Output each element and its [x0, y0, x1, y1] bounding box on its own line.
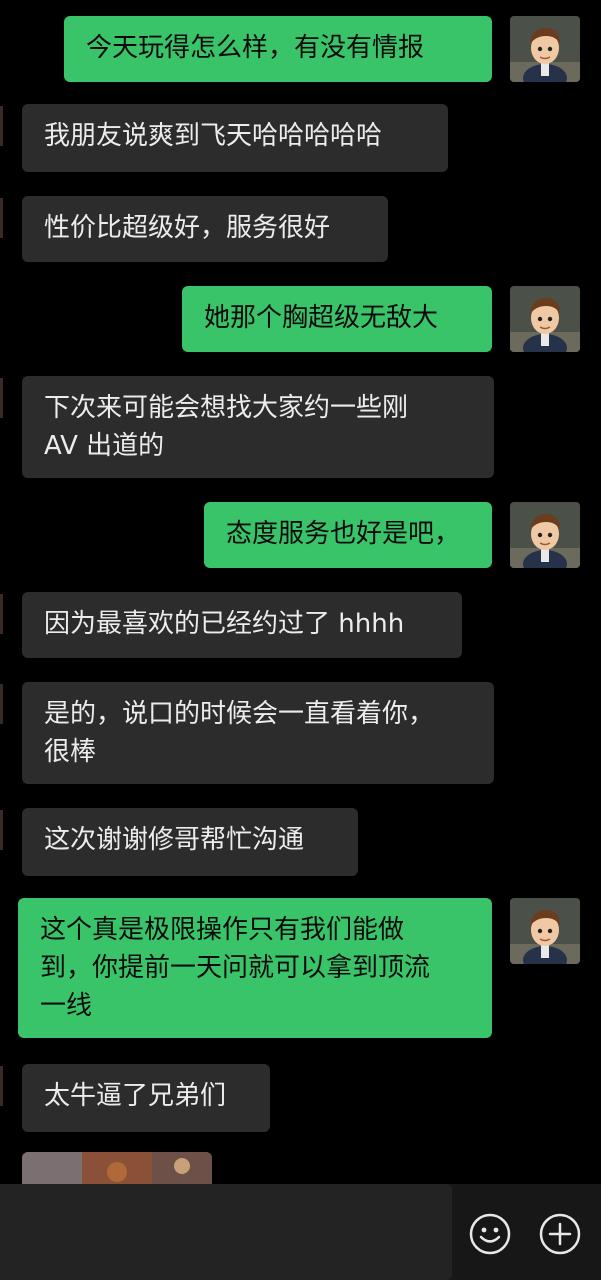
incoming-message[interactable]: 我朋友说爽到飞天哈哈哈哈哈	[22, 104, 448, 172]
avatar[interactable]	[510, 502, 580, 568]
emoji-button[interactable]	[468, 1212, 512, 1256]
photo-image	[22, 1152, 212, 1184]
sender-avatar-edge	[0, 684, 3, 724]
avatar[interactable]	[510, 16, 580, 82]
incoming-message[interactable]: 性价比超级好，服务很好	[22, 196, 388, 262]
sender-avatar-edge	[0, 198, 3, 238]
outgoing-message[interactable]: 今天玩得怎么样，有没有情报	[64, 16, 492, 82]
avatar-image	[510, 16, 580, 82]
outgoing-message[interactable]: 这个真是极限操作只有我们能做 到，你提前一天问就可以拿到顶流 一线	[18, 898, 492, 1038]
sender-avatar-edge	[0, 378, 3, 418]
avatar[interactable]	[510, 286, 580, 352]
more-functions-button[interactable]	[538, 1212, 582, 1256]
avatar-image	[510, 502, 580, 568]
incoming-message[interactable]: 因为最喜欢的已经约过了 hhhh	[22, 592, 462, 658]
incoming-message[interactable]: 这次谢谢修哥帮忙沟通	[22, 808, 358, 876]
sender-avatar-edge	[0, 106, 3, 146]
chat-message-list[interactable]: 今天玩得怎么样，有没有情报 我朋友说爽到飞天哈哈哈哈哈 性价比超级好，服务很好 …	[0, 0, 601, 1184]
sender-avatar-edge	[0, 810, 3, 850]
incoming-message[interactable]: 是的，说口的时候会一直看着你， 很棒	[22, 682, 494, 784]
sender-avatar-edge	[0, 1066, 3, 1106]
avatar[interactable]	[510, 898, 580, 964]
smiley-face-icon	[469, 1213, 511, 1255]
outgoing-message[interactable]: 态度服务也好是吧，	[204, 502, 492, 568]
image-message-thumbnail[interactable]	[22, 1152, 212, 1184]
incoming-message[interactable]: 太牛逼了兄弟们	[22, 1064, 270, 1132]
outgoing-message[interactable]: 她那个胸超级无敌大	[182, 286, 492, 352]
incoming-message[interactable]: 下次来可能会想找大家约一些刚 AV 出道的	[22, 376, 494, 478]
avatar-image	[510, 898, 580, 964]
avatar-image	[510, 286, 580, 352]
message-input[interactable]	[0, 1184, 452, 1280]
plus-circle-icon	[539, 1213, 581, 1255]
sender-avatar-edge	[0, 594, 3, 634]
input-bar	[0, 1184, 601, 1280]
